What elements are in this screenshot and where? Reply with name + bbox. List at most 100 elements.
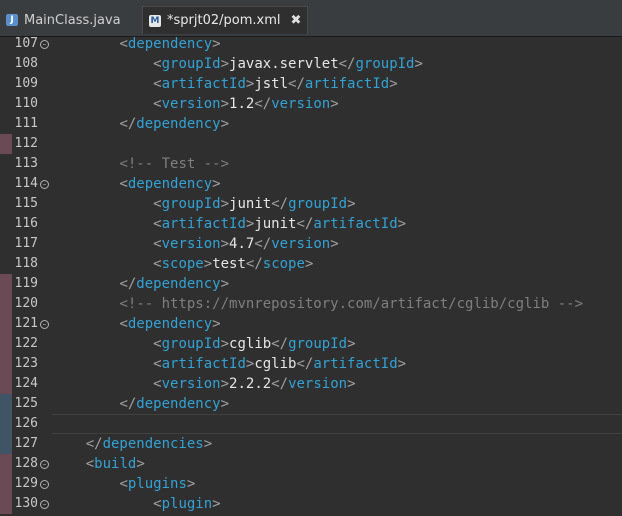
xml-tag: version bbox=[161, 376, 221, 392]
xml-tag: groupId bbox=[161, 56, 221, 72]
xml-tag: dependency bbox=[127, 37, 213, 52]
bracket: > bbox=[347, 376, 356, 392]
bracket: > bbox=[330, 96, 339, 112]
bracket: </ bbox=[338, 56, 356, 72]
change-marker bbox=[0, 334, 12, 354]
line-number: 124 bbox=[14, 376, 38, 391]
bracket: < bbox=[153, 56, 162, 72]
change-marker bbox=[0, 374, 12, 394]
bracket: > bbox=[220, 96, 230, 112]
bracket: < bbox=[153, 256, 162, 272]
line-number: 117 bbox=[14, 236, 38, 251]
change-marker bbox=[0, 434, 12, 454]
xml-tag: groupId bbox=[288, 336, 348, 352]
line-number: 112 bbox=[14, 136, 38, 151]
code-line: <scope>test</scope> bbox=[52, 254, 313, 274]
code-line: <dependency> bbox=[52, 37, 220, 54]
bracket: < bbox=[153, 236, 162, 252]
xml-text: cglib bbox=[254, 356, 297, 372]
code-line: <artifactId>cglib</artifactId> bbox=[52, 354, 406, 374]
code-line: <version>4.7</version> bbox=[52, 234, 339, 254]
code-line: </dependencies> bbox=[52, 434, 212, 454]
bracket: < bbox=[85, 456, 95, 472]
xml-tag: version bbox=[161, 96, 221, 112]
bracket: > bbox=[212, 176, 221, 192]
xml-comment: <!-- https://mvnrepository.com/artifact/… bbox=[119, 296, 584, 312]
bracket: < bbox=[153, 196, 162, 212]
xml-text: 4.7 bbox=[229, 236, 255, 252]
tab-label: MainClass.java bbox=[24, 12, 121, 28]
xml-tag: dependency bbox=[136, 396, 221, 412]
bracket: </ bbox=[245, 256, 263, 272]
change-marker bbox=[0, 274, 12, 294]
xml-tag: build bbox=[94, 456, 137, 472]
line-number: 111 bbox=[14, 116, 38, 131]
change-marker bbox=[0, 494, 12, 514]
xml-tag: version bbox=[271, 236, 331, 252]
bracket: > bbox=[330, 236, 339, 252]
line-number: 125 bbox=[14, 396, 38, 411]
code-line: <version>1.2</version> bbox=[52, 94, 339, 114]
xml-tag: version bbox=[161, 236, 221, 252]
bracket: </ bbox=[254, 236, 272, 252]
line-number: 108 bbox=[14, 56, 38, 71]
bracket: < bbox=[153, 96, 162, 112]
tab-pom-xml[interactable]: M *sprjt02/pom.xml ✖ bbox=[142, 6, 308, 34]
bracket: > bbox=[397, 356, 407, 372]
bracket: > bbox=[203, 436, 213, 452]
fold-toggle-icon[interactable]: – bbox=[40, 320, 49, 329]
fold-toggle-icon[interactable]: – bbox=[40, 40, 49, 49]
line-number: 115 bbox=[14, 196, 38, 211]
bracket: < bbox=[153, 496, 162, 512]
fold-toggle-icon[interactable]: – bbox=[40, 460, 49, 469]
line-number: 122 bbox=[14, 336, 38, 351]
xml-tag: artifactId bbox=[313, 216, 398, 232]
line-number: 126 bbox=[14, 416, 38, 431]
xml-tag: dependency bbox=[136, 116, 221, 132]
xml-tag: groupId bbox=[288, 196, 348, 212]
close-icon[interactable]: ✖ bbox=[290, 13, 301, 28]
xml-file-icon: M bbox=[149, 14, 161, 27]
tab-mainclass-java[interactable]: J MainClass.java bbox=[0, 6, 138, 34]
xml-text: javax.servlet bbox=[229, 56, 339, 72]
bracket: > bbox=[186, 476, 196, 492]
code-line: </dependency> bbox=[52, 274, 229, 294]
line-number: 129 bbox=[14, 476, 38, 491]
code-line: <dependency> bbox=[52, 174, 221, 194]
xml-tag: dependency bbox=[136, 276, 221, 292]
bracket: > bbox=[347, 196, 356, 212]
xml-tag: version bbox=[288, 376, 348, 392]
bracket: > bbox=[212, 316, 221, 332]
line-number: 130 bbox=[14, 496, 38, 511]
bracket: < bbox=[119, 176, 128, 192]
bracket: > bbox=[397, 216, 407, 232]
bracket: < bbox=[153, 76, 162, 92]
line-number: 110 bbox=[14, 96, 38, 111]
line-number: 118 bbox=[14, 256, 38, 271]
code-line: <!-- https://mvnrepository.com/artifact/… bbox=[52, 294, 583, 314]
code-line: <artifactId>junit</artifactId> bbox=[52, 214, 406, 234]
line-number: 114 bbox=[14, 176, 38, 191]
bracket: < bbox=[119, 476, 128, 492]
bracket: </ bbox=[85, 436, 103, 452]
line-number: 119 bbox=[14, 276, 38, 291]
fold-toggle-icon[interactable]: – bbox=[40, 480, 49, 489]
xml-tag: version bbox=[271, 96, 331, 112]
line-number: 120 bbox=[14, 296, 38, 311]
code-editor[interactable]: 107– <dependency> 108 <groupId>javax.serv… bbox=[0, 37, 622, 516]
code-line: <artifactId>jstl</artifactId> bbox=[52, 74, 397, 94]
fold-toggle-icon[interactable]: – bbox=[40, 500, 49, 509]
fold-toggle-icon[interactable]: – bbox=[40, 180, 49, 189]
xml-tag: scope bbox=[161, 256, 204, 272]
xml-text: junit bbox=[254, 216, 297, 232]
xml-tag: artifactId bbox=[161, 216, 246, 232]
code-line: <groupId>junit</groupId> bbox=[52, 194, 356, 214]
code-line: <build> bbox=[52, 454, 145, 474]
change-marker bbox=[0, 134, 12, 154]
xml-text: junit bbox=[229, 196, 272, 212]
line-number: 121 bbox=[14, 316, 38, 331]
bracket: > bbox=[203, 256, 213, 272]
bracket: </ bbox=[119, 276, 137, 292]
bracket: </ bbox=[119, 396, 137, 412]
line-number: 107 bbox=[14, 37, 38, 51]
